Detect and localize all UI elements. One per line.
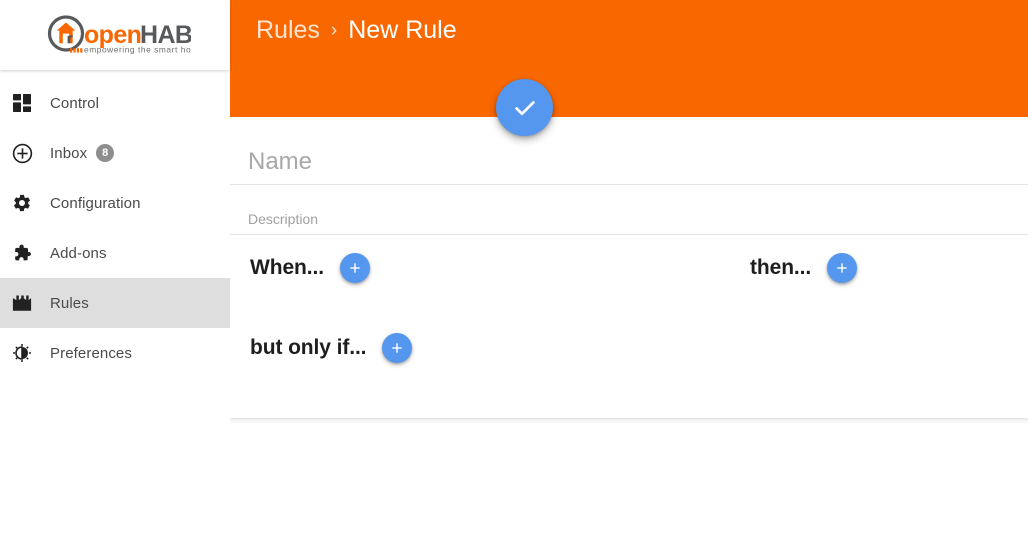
sidebar-item-inbox[interactable]: Inbox 8 <box>0 128 230 178</box>
sidebar-item-label: Rules <box>50 294 89 312</box>
brightness-icon <box>12 340 42 366</box>
sidebar-item-label: Inbox <box>50 144 88 162</box>
secondary-card <box>230 423 1028 539</box>
add-trigger-button[interactable] <box>339 253 370 283</box>
sidebar-item-label: Add-ons <box>50 244 107 262</box>
gear-icon <box>12 190 42 216</box>
save-rule-button[interactable] <box>496 79 553 136</box>
add-condition-button[interactable] <box>382 333 413 363</box>
sidebar-item-configuration[interactable]: Configuration <box>0 178 230 228</box>
breadcrumb-current: New Rule <box>348 16 457 44</box>
sidebar-item-rules[interactable]: Rules <box>0 278 230 328</box>
openhab-logo[interactable]: open HAB empowering the smart home <box>39 14 203 56</box>
breadcrumb-separator-icon: › <box>330 19 338 41</box>
then-label: then... <box>750 256 812 279</box>
dashboard-icon <box>12 90 42 116</box>
plus-icon <box>347 260 363 276</box>
sidebar-item-label: Control <box>50 94 100 112</box>
sidebar-nav: Control Inbox 8 Configuration Add-ons Ru… <box>0 70 230 378</box>
but-only-if-condition-row: but only if... <box>250 333 413 363</box>
openhab-app: open HAB empowering the smart home <box>0 0 1028 539</box>
plus-icon <box>389 340 405 356</box>
when-trigger-row: When... <box>250 253 370 283</box>
sidebar-item-control[interactable]: Control <box>0 78 230 128</box>
rule-details-card: When... then... <box>230 117 1028 418</box>
description-field-row <box>230 185 1028 235</box>
rule-editor-content: When... then... <box>230 117 1028 539</box>
name-field-row <box>230 117 1028 185</box>
check-icon <box>511 94 539 122</box>
sidebar-item-preferences[interactable]: Preferences <box>0 328 230 378</box>
inbox-count-badge: 8 <box>96 144 115 162</box>
plus-icon <box>834 260 850 276</box>
clapper-icon <box>12 290 42 316</box>
svg-text:empowering the smart home: empowering the smart home <box>84 45 191 55</box>
main-region: Rules › New Rule Name Description When..… <box>230 0 1028 539</box>
rule-name-input[interactable] <box>248 148 1028 184</box>
page-header: Rules › New Rule <box>230 0 1028 117</box>
rule-modules-section: When... then... but only if... <box>230 235 1028 418</box>
add-action-button[interactable] <box>827 253 858 283</box>
breadcrumb: Rules › New Rule <box>256 14 457 47</box>
puzzle-piece-icon <box>12 240 42 266</box>
sidebar-item-label: Preferences <box>50 344 132 362</box>
when-label: When... <box>250 256 324 279</box>
openhab-logo-svg: open HAB empowering the smart home <box>47 15 203 55</box>
sidebar-item-label: Configuration <box>50 194 141 212</box>
plus-circle-icon <box>12 140 42 166</box>
sidebar-item-addons[interactable]: Add-ons <box>0 228 230 278</box>
then-action-row: then... <box>750 253 858 283</box>
app-logo-header: open HAB empowering the smart home <box>0 0 230 70</box>
but-only-if-label: but only if... <box>250 336 367 359</box>
rule-description-input[interactable] <box>248 211 1028 234</box>
breadcrumb-parent-link[interactable]: Rules <box>256 14 320 47</box>
sidebar: open HAB empowering the smart home <box>0 0 230 539</box>
